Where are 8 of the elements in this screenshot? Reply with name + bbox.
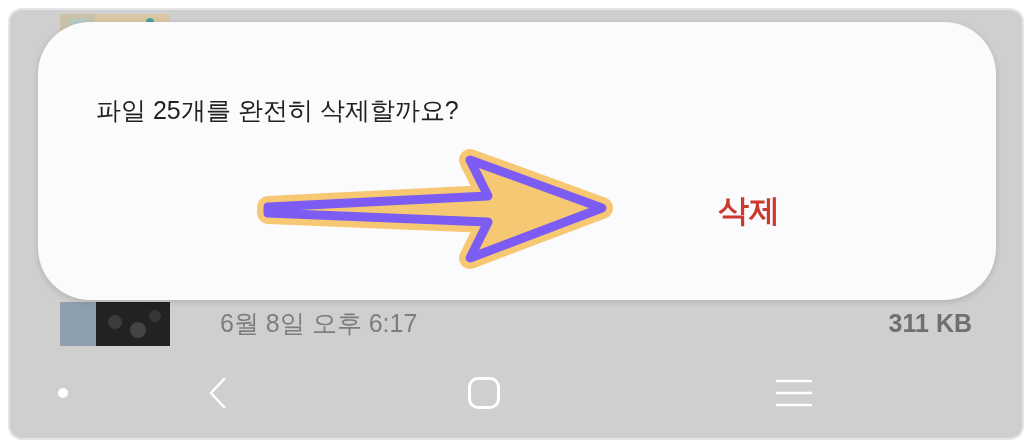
menu-icon[interactable] bbox=[776, 378, 812, 408]
delete-button[interactable]: 삭제 bbox=[702, 179, 796, 242]
dialog-message: 파일 25개를 완전히 삭제할까요? bbox=[96, 95, 460, 126]
back-icon[interactable] bbox=[208, 376, 228, 410]
file-date: 6월 8일 오후 6:17 bbox=[220, 308, 418, 340]
file-size: 311 KB bbox=[888, 308, 972, 340]
home-icon[interactable] bbox=[468, 377, 500, 409]
arrow-icon bbox=[256, 146, 616, 272]
